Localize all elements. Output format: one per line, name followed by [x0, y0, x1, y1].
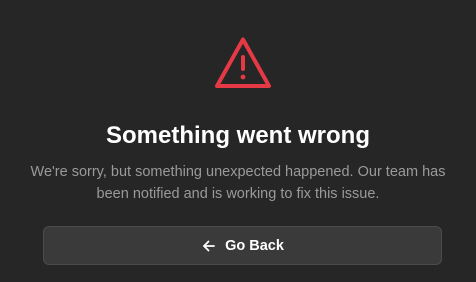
arrow-left-icon	[201, 238, 217, 254]
error-screen: Something went wrong We're sorry, but so…	[0, 0, 476, 282]
go-back-button[interactable]: Go Back	[43, 226, 442, 265]
go-back-label: Go Back	[225, 237, 284, 254]
error-title: Something went wrong	[106, 122, 370, 149]
warning-triangle-icon	[214, 36, 272, 90]
error-message: We're sorry, but something unexpected ha…	[30, 164, 446, 202]
